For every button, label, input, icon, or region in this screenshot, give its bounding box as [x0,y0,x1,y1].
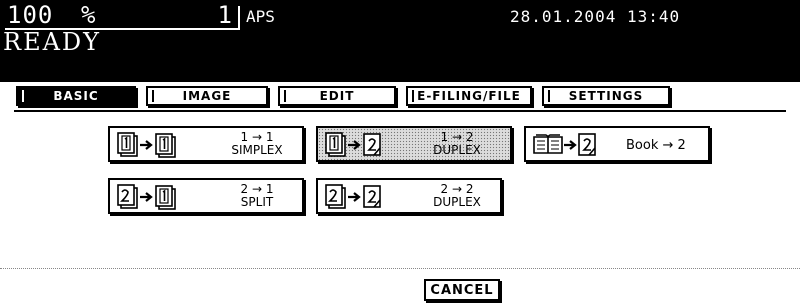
mode-label: 1 → 1 SIMPLEX [222,131,292,157]
tab-edge [152,90,154,102]
mode-label-line2: SIMPLEX [231,143,283,157]
mode-label: 2 → 2 DUPLEX [422,183,492,209]
duplex-1-to-2-button[interactable]: 1 → 2 DUPLEX [316,126,512,162]
mode-label: 2 → 1 SPLIT [222,183,292,209]
tab-label: E-FILING/FILE [417,89,521,103]
tab-edge [22,90,24,102]
tab-edge [412,90,414,102]
tab-label: IMAGE [182,89,232,103]
tab-label: BASIC [53,89,99,103]
tab-image[interactable]: IMAGE [146,86,268,106]
status-header: 100 % 1 APS 28.01.2004 13:40 READY [0,0,800,82]
cancel-button[interactable]: CANCEL [424,279,500,301]
tab-basic[interactable]: BASIC [16,86,136,106]
tab-edge [284,90,286,102]
mode-label: Book → 2 [626,138,686,153]
mode-label: 1 → 2 DUPLEX [422,131,492,157]
duplex-1-to-2-icon [325,132,381,157]
zoom-value: 100 [7,1,54,29]
count-divider [238,6,240,30]
tab-label: EDIT [319,89,355,103]
mode-label-line2: DUPLEX [433,195,481,209]
duplex-2-to-2-button[interactable]: 2 → 2 DUPLEX [316,178,502,214]
mode-label-line2: DUPLEX [433,143,481,157]
footer-divider [0,268,800,269]
tab-edge [548,90,550,102]
zoom-unit: % [81,1,96,29]
duplex-2-to-2-icon [325,184,381,209]
simplex-1-to-1-button[interactable]: 1 → 1 SIMPLEX [108,126,304,162]
tab-e-filing-file[interactable]: E-FILING/FILE [406,86,532,106]
tab-edit[interactable]: EDIT [278,86,396,106]
datetime: 28.01.2004 13:40 [510,7,681,26]
machine-state: READY [3,28,102,56]
book-to-2-button[interactable]: Book → 2 [524,126,710,162]
simplex-1-to-1-icon [117,132,176,158]
copy-count: 1 [217,1,232,29]
zoom-count-panel: 100 % 1 [5,1,240,30]
book-to-2-icon [533,133,596,156]
paper-mode: APS [246,7,275,26]
mode-label-line2: SPLIT [240,195,274,209]
tab-underline [14,110,786,112]
tab-label: SETTINGS [568,89,644,103]
tab-settings[interactable]: SETTINGS [542,86,670,106]
split-2-to-1-icon [117,184,176,210]
split-2-to-1-button[interactable]: 2 → 1 SPLIT [108,178,304,214]
